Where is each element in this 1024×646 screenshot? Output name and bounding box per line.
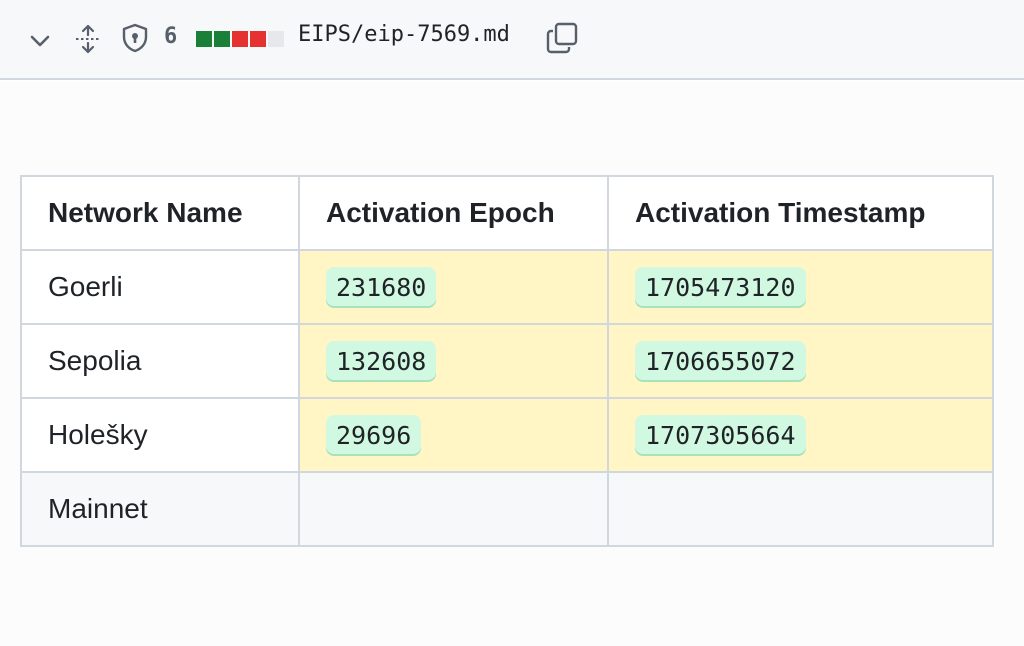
cell-epoch: 132608 [298, 323, 609, 399]
copy-icon[interactable] [544, 20, 580, 56]
cell-network: Goerli [20, 249, 300, 325]
table-row: Holešky 29696 1707305664 [20, 397, 994, 473]
header-activation-timestamp: Activation Timestamp [607, 175, 994, 251]
timestamp-code: 1707305664 [635, 414, 806, 456]
diffstat-square-added [214, 31, 230, 47]
timestamp-code: 1705473120 [635, 266, 806, 308]
chevron-down-icon[interactable] [26, 27, 54, 55]
cell-epoch: 231680 [298, 249, 609, 325]
timestamp-code: 1706655072 [635, 340, 806, 382]
table-row: Goerli 231680 1705473120 [20, 249, 994, 325]
cell-epoch: 29696 [298, 397, 609, 473]
table-row: Mainnet [20, 471, 994, 547]
shield-lock-icon[interactable] [118, 20, 152, 56]
cell-network: Holešky [20, 397, 300, 473]
changes-count: 6 [164, 24, 178, 49]
cell-timestamp: 1706655072 [607, 323, 994, 399]
cell-timestamp [607, 471, 994, 547]
diffstat [196, 31, 284, 47]
epoch-code: 29696 [326, 414, 422, 456]
cell-network: Sepolia [20, 323, 300, 399]
expand-all-icon[interactable] [72, 22, 104, 56]
header-network-name: Network Name [20, 175, 300, 251]
table-row: Sepolia 132608 1706655072 [20, 323, 994, 399]
header-activation-epoch: Activation Epoch [298, 175, 609, 251]
activation-table: Network Name Activation Epoch Activation… [20, 175, 994, 547]
diffstat-square-neutral [268, 31, 284, 47]
cell-timestamp: 1707305664 [607, 397, 994, 473]
file-name[interactable]: EIPS/eip-7569.md [298, 22, 510, 47]
table-header-row: Network Name Activation Epoch Activation… [20, 175, 994, 251]
diffstat-square-deleted [232, 31, 248, 47]
diffstat-square-deleted [250, 31, 266, 47]
file-header: 6 EIPS/eip-7569.md [0, 0, 1024, 80]
epoch-code: 132608 [326, 340, 437, 382]
diffstat-square-added [196, 31, 212, 47]
epoch-code: 231680 [326, 266, 437, 308]
cell-epoch [298, 471, 609, 547]
cell-timestamp: 1705473120 [607, 249, 994, 325]
cell-network: Mainnet [20, 471, 300, 547]
